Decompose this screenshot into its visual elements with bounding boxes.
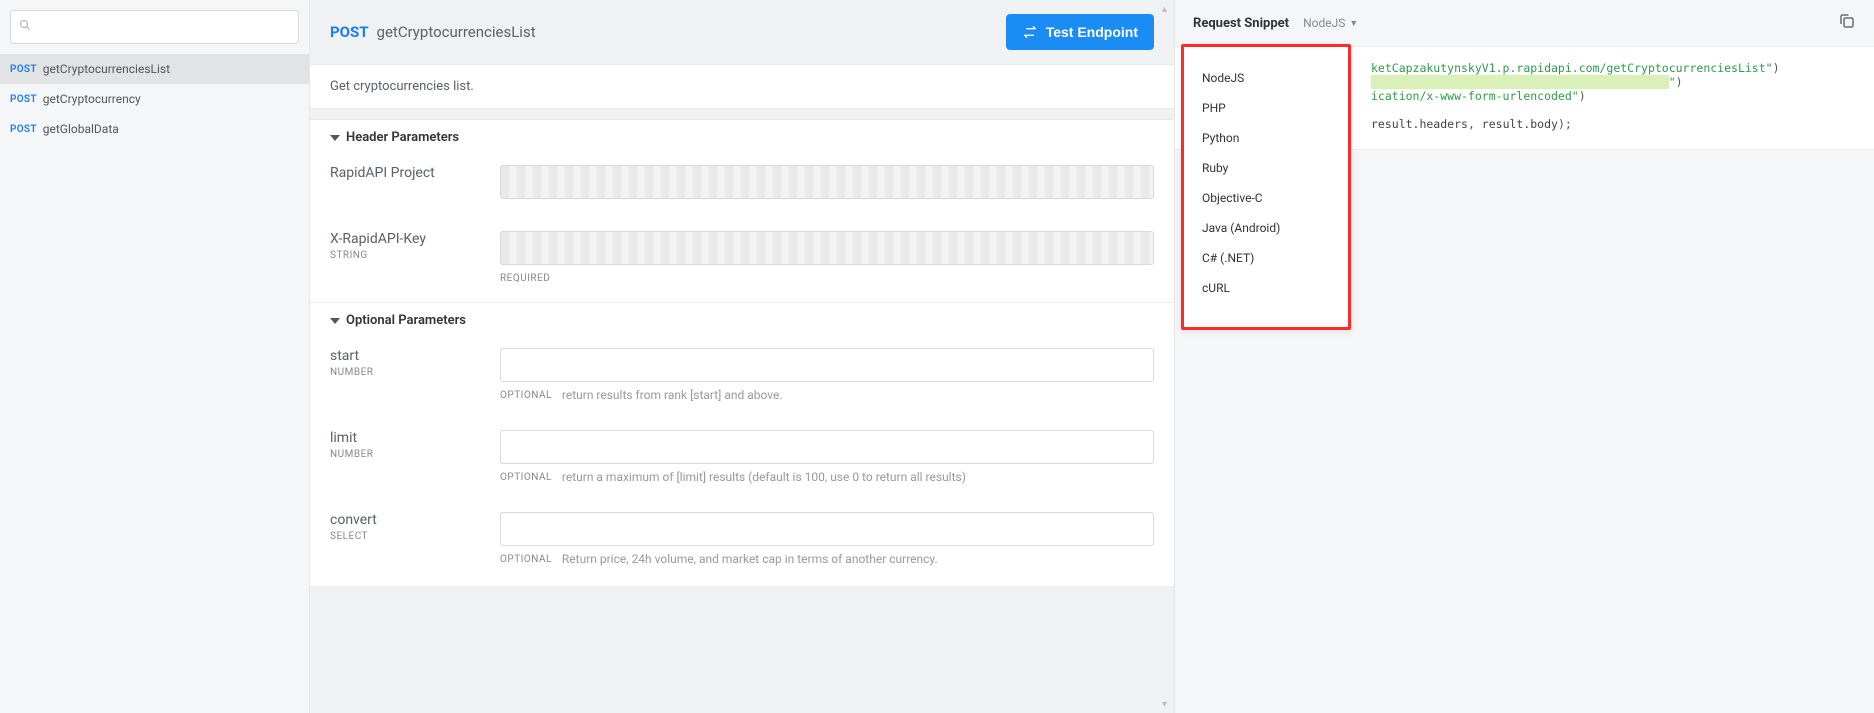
optional-badge: OPTIONAL: [500, 552, 552, 565]
optional-badge: OPTIONAL: [500, 470, 552, 483]
language-option[interactable]: NodeJS: [1184, 63, 1348, 93]
param-type: STRING: [330, 250, 480, 261]
endpoint-item[interactable]: POST getCryptocurrenciesList: [0, 54, 309, 84]
scroll-down-icon: ▾: [1162, 699, 1170, 709]
collapse-icon: [330, 318, 340, 324]
optional-params-section[interactable]: Optional Parameters: [310, 303, 1174, 338]
param-description: Return price, 24h volume, and market cap…: [562, 552, 938, 566]
endpoint-list: POST getCryptocurrenciesList POST getCry…: [0, 54, 309, 144]
required-badge: REQUIRED: [500, 271, 550, 284]
collapse-icon: [330, 135, 340, 141]
snippet-title: Request Snippet: [1193, 16, 1289, 31]
language-option[interactable]: Python: [1184, 123, 1348, 153]
param-type: NUMBER: [330, 367, 480, 378]
endpoint-detail: ▴ POST getCryptocurrenciesList Test Endp…: [310, 0, 1174, 713]
apikey-input[interactable]: [500, 231, 1154, 265]
copy-icon[interactable]: [1838, 12, 1856, 34]
param-label: limit: [330, 430, 480, 446]
current-language-label: NodeJS: [1303, 16, 1345, 30]
language-selector[interactable]: NodeJS ▼: [1303, 16, 1358, 30]
endpoint-item[interactable]: POST getCryptocurrency: [0, 84, 309, 114]
optional-badge: OPTIONAL: [500, 388, 552, 401]
search-icon: [19, 19, 31, 34]
language-option[interactable]: PHP: [1184, 93, 1348, 123]
param-label: RapidAPI Project: [330, 165, 480, 181]
param-type: NUMBER: [330, 449, 480, 460]
convert-input[interactable]: [500, 512, 1154, 546]
limit-input[interactable]: [500, 430, 1154, 464]
caret-down-icon: ▼: [1349, 18, 1358, 29]
language-option[interactable]: C# (.NET): [1184, 243, 1348, 273]
section-title: Header Parameters: [346, 130, 459, 145]
param-label: convert: [330, 512, 480, 528]
method-badge: POST: [10, 124, 37, 135]
project-select[interactable]: ████████████████████████████: [500, 165, 1154, 199]
swap-icon: [1022, 24, 1038, 40]
search-box: [10, 10, 299, 44]
test-endpoint-label: Test Endpoint: [1046, 24, 1138, 40]
language-option[interactable]: Ruby: [1184, 153, 1348, 183]
method-badge: POST: [10, 94, 37, 105]
param-type: SELECT: [330, 531, 480, 542]
endpoint-label: getCryptocurrenciesList: [43, 62, 170, 76]
param-label: start: [330, 348, 480, 364]
endpoint-sidebar: POST getCryptocurrenciesList POST getCry…: [0, 0, 310, 713]
language-option[interactable]: Java (Android): [1184, 213, 1348, 243]
language-option[interactable]: cURL: [1184, 273, 1348, 303]
language-dropdown: NodeJS PHP Python Ruby Objective-C Java …: [1181, 44, 1351, 330]
endpoint-item[interactable]: POST getGlobalData: [0, 114, 309, 144]
endpoint-name-label: getCryptocurrenciesList: [377, 23, 536, 41]
method-badge: POST: [10, 64, 37, 75]
param-description: return a maximum of [limit] results (def…: [562, 470, 966, 484]
param-label: X-RapidAPI-Key: [330, 231, 480, 247]
snippet-panel: Request Snippet NodeJS ▼ NodeJS PHP Pyth…: [1174, 0, 1874, 713]
search-input[interactable]: [10, 10, 299, 44]
param-description: return results from rank [start] and abo…: [562, 388, 783, 402]
endpoint-title: POST getCryptocurrenciesList: [330, 23, 536, 41]
section-title: Optional Parameters: [346, 313, 466, 328]
language-option[interactable]: Objective-C: [1184, 183, 1348, 213]
endpoint-label: getGlobalData: [43, 122, 119, 136]
header-params-section[interactable]: Header Parameters: [310, 120, 1174, 155]
start-input[interactable]: [500, 348, 1154, 382]
method-label: POST: [330, 23, 369, 41]
test-endpoint-button[interactable]: Test Endpoint: [1006, 14, 1154, 50]
endpoint-description: Get cryptocurrencies list.: [310, 64, 1174, 109]
scroll-up-icon: ▴: [1162, 4, 1170, 14]
endpoint-label: getCryptocurrency: [43, 92, 141, 106]
